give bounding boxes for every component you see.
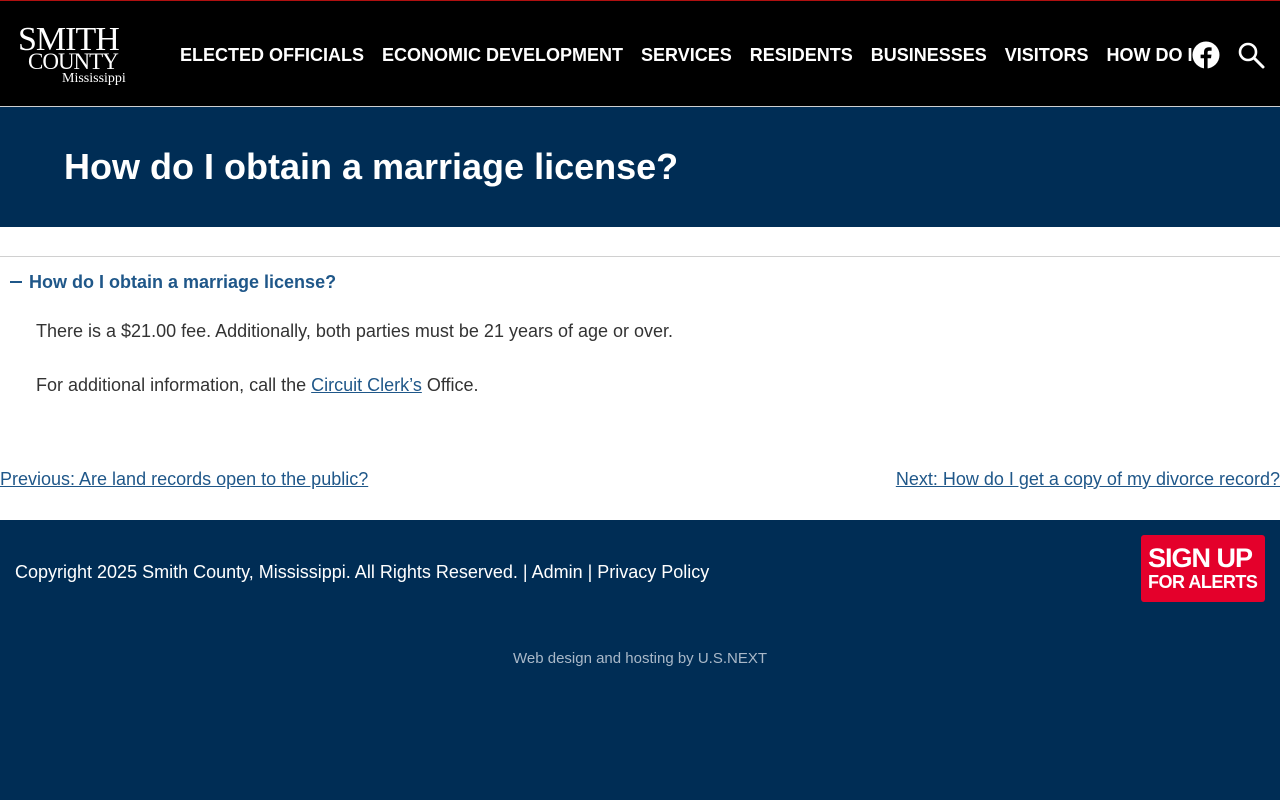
footer-separator: |	[517, 562, 532, 582]
faq-answer-fee: There is a $21.00 fee. Additionally, bot…	[36, 321, 674, 341]
footer-separator: |	[582, 562, 598, 582]
site-logo[interactable]: SMITH COUNTY Mississippi	[18, 23, 138, 91]
faq-answer-contact: For additional information, call the Cir…	[36, 373, 479, 397]
main-nav: ELECTED OFFICIALS ECONOMIC DEVELOPMENT S…	[180, 44, 1204, 66]
admin-link[interactable]: Admin	[532, 562, 583, 582]
minus-icon	[10, 281, 22, 283]
alerts-button-line-2: FOR ALERTS	[1148, 572, 1258, 592]
nav-item-services[interactable]: SERVICES	[641, 44, 732, 66]
faq-answer-contact-after: Office.	[421, 375, 479, 395]
copyright-line: Copyright 2025 Smith County, Mississippi…	[15, 560, 709, 584]
previous-faq-link[interactable]: Previous: Are land records open to the p…	[0, 467, 368, 491]
circuit-clerk-link[interactable]: Circuit Clerk’s	[311, 375, 422, 395]
hosting-credit[interactable]: Web design and hosting by U.S.NEXT	[0, 649, 1280, 669]
nav-item-visitors[interactable]: VISITORS	[1005, 44, 1089, 66]
next-faq-link[interactable]: Next: How do I get a copy of my divorce …	[896, 467, 1280, 491]
search-icon[interactable]	[1237, 41, 1265, 69]
alerts-button-line-1: SIGN UP	[1148, 543, 1253, 573]
sign-up-alerts-button[interactable]: SIGN UP FOR ALERTS	[1141, 535, 1265, 602]
nav-item-residents[interactable]: RESIDENTS	[750, 44, 853, 66]
nav-item-businesses[interactable]: BUSINESSES	[871, 44, 987, 66]
site-header: SMITH COUNTY Mississippi ELECTED OFFICIA…	[0, 0, 1280, 107]
copyright-text: Copyright 2025 Smith County, Mississippi…	[15, 562, 518, 582]
nav-item-how-do-i[interactable]: HOW DO I?	[1107, 44, 1204, 66]
nav-item-economic-development[interactable]: ECONOMIC DEVELOPMENT	[382, 44, 623, 66]
facebook-icon[interactable]	[1192, 41, 1220, 69]
logo-line-2: COUNTY	[28, 49, 119, 74]
faq-answer-contact-before: For additional information, call the	[36, 375, 312, 395]
privacy-policy-link[interactable]: Privacy Policy	[597, 562, 709, 582]
nav-item-elected-officials[interactable]: ELECTED OFFICIALS	[180, 44, 364, 66]
logo-line-3: Mississippi	[62, 71, 126, 86]
site-footer: Copyright 2025 Smith County, Mississippi…	[0, 520, 1280, 800]
page-title: How do I obtain a marriage license?	[64, 146, 679, 187]
faq-content: How do I obtain a marriage license? Ther…	[0, 227, 1280, 520]
content-divider	[0, 256, 1280, 257]
faq-accordion-toggle[interactable]: How do I obtain a marriage license?	[10, 270, 336, 294]
faq-question: How do I obtain a marriage license?	[29, 271, 337, 292]
